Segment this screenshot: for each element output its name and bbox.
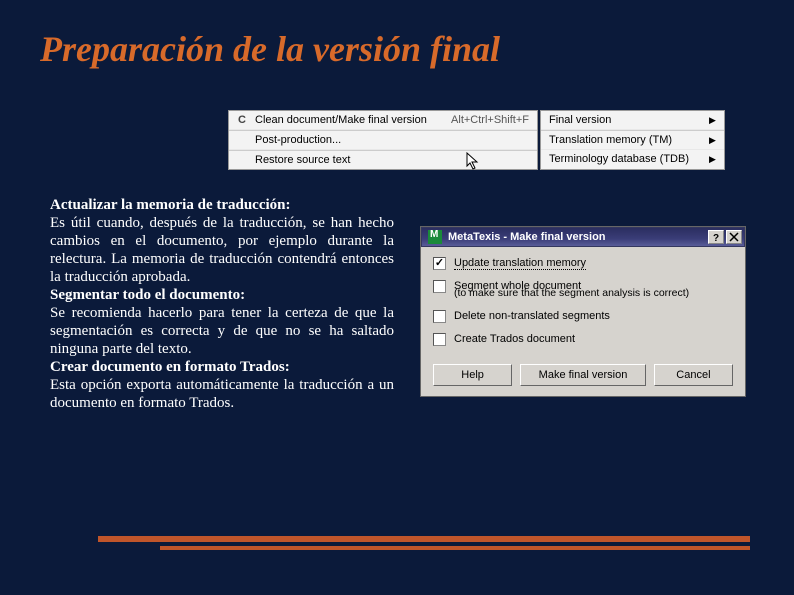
footer-bar bbox=[98, 536, 750, 542]
menu-item-restore-source[interactable]: Restore source text bbox=[229, 150, 537, 169]
menu-left: C Clean document/Make final version Alt+… bbox=[228, 110, 538, 170]
checkbox-label: Update translation memory bbox=[454, 257, 586, 269]
checkbox-icon bbox=[433, 333, 446, 346]
body-text: Actualizar la memoria de traducción: Es … bbox=[50, 196, 394, 412]
menu-item-clean-document[interactable]: C Clean document/Make final version Alt+… bbox=[229, 111, 537, 130]
svg-text:?: ? bbox=[713, 233, 719, 242]
menu-item-shortcut: Alt+Ctrl+Shift+F bbox=[431, 114, 529, 126]
menu-item-label: Clean document/Make final version bbox=[251, 114, 431, 126]
menu-right: Final version ▶ Translation memory (TM) … bbox=[540, 110, 725, 170]
menu-item-label: Post-production... bbox=[251, 134, 529, 146]
paragraph: Esta opción exporta automáticamente la t… bbox=[50, 376, 394, 412]
app-icon bbox=[428, 230, 442, 244]
question-icon: ? bbox=[711, 232, 721, 242]
menu-item-label: Final version bbox=[545, 114, 689, 126]
close-window-button[interactable] bbox=[726, 230, 742, 244]
dialog-titlebar: MetaTexis - Make final version ? bbox=[421, 227, 745, 247]
checkbox-label: Delete non-translated segments bbox=[454, 310, 610, 322]
make-final-version-button[interactable]: Make final version bbox=[520, 364, 646, 386]
submenu-arrow-icon: ▶ bbox=[689, 135, 716, 146]
checkbox-subtext: (to make sure that the segment analysis … bbox=[433, 287, 733, 300]
dialog-title: MetaTexis - Make final version bbox=[448, 231, 706, 244]
menu-item-terminology-database[interactable]: Terminology database (TDB) ▶ bbox=[541, 150, 724, 168]
checkbox-create-trados[interactable]: Create Trados document bbox=[433, 333, 733, 346]
paragraph: Se recomienda hacerlo para tener la cert… bbox=[50, 304, 394, 358]
footer-bar bbox=[160, 546, 750, 550]
menu-item-translation-memory[interactable]: Translation memory (TM) ▶ bbox=[541, 130, 724, 150]
dialog-make-final-version: MetaTexis - Make final version ? Update … bbox=[420, 226, 746, 397]
checkbox-icon bbox=[433, 310, 446, 323]
menu-item-final-version[interactable]: Final version ▶ bbox=[541, 111, 724, 130]
subhead-trados: Crear documento en formato Trados: bbox=[50, 358, 394, 376]
submenu-arrow-icon: ▶ bbox=[689, 115, 716, 126]
menu-item-label: Restore source text bbox=[251, 154, 529, 166]
checkbox-update-tm[interactable]: Update translation memory bbox=[433, 257, 733, 270]
menu-composite: C Clean document/Make final version Alt+… bbox=[228, 110, 725, 170]
paragraph: Es útil cuando, después de la traducción… bbox=[50, 214, 394, 286]
menu-item-label: Translation memory (TM) bbox=[545, 134, 689, 146]
menu-icon-letter: C bbox=[233, 114, 251, 126]
dialog-body: Update translation memory Segment whole … bbox=[421, 247, 745, 396]
menu-item-label: Terminology database (TDB) bbox=[545, 153, 689, 165]
close-icon bbox=[729, 232, 739, 242]
checkbox-icon bbox=[433, 257, 446, 270]
checkbox-label: Create Trados document bbox=[454, 333, 575, 345]
cancel-button[interactable]: Cancel bbox=[654, 364, 733, 386]
dialog-button-row: Help Make final version Cancel bbox=[433, 356, 733, 386]
subhead-update-tm: Actualizar la memoria de traducción: bbox=[50, 196, 394, 214]
help-window-button[interactable]: ? bbox=[708, 230, 724, 244]
submenu-arrow-icon: ▶ bbox=[689, 154, 716, 165]
help-button[interactable]: Help bbox=[433, 364, 512, 386]
checkbox-icon bbox=[433, 280, 446, 293]
menu-item-post-production[interactable]: Post-production... bbox=[229, 130, 537, 150]
checkbox-delete-nontranslated[interactable]: Delete non-translated segments bbox=[433, 310, 733, 323]
slide-title: Preparación de la versión final bbox=[0, 0, 794, 70]
subhead-segment-doc: Segmentar todo el documento: bbox=[50, 286, 394, 304]
